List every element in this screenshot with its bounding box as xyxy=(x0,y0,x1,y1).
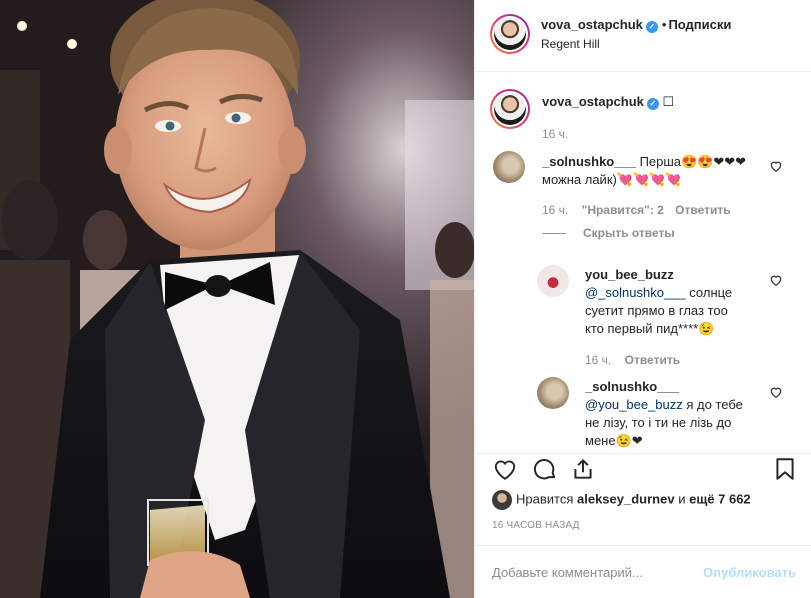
add-comment-bar: Добавьте комментарий... Опубликовать xyxy=(475,545,811,598)
reply-author-username[interactable]: _solnushko___ xyxy=(585,379,679,394)
caption-time[interactable]: 16 ч. xyxy=(542,127,568,141)
author-avatar[interactable] xyxy=(490,14,530,54)
comment-time[interactable]: 16 ч. xyxy=(542,203,568,217)
comment-author-username[interactable]: _solnushko___ xyxy=(542,154,636,169)
liker-username[interactable]: aleksey_durnev xyxy=(577,491,675,506)
comment-author-avatar[interactable] xyxy=(493,151,525,183)
comment-input[interactable]: Добавьте комментарий... xyxy=(492,565,643,580)
reply-meta: 16 ч. Ответить xyxy=(585,353,680,367)
author-username[interactable]: vova_ostapchuk xyxy=(541,17,643,32)
share-icon[interactable] xyxy=(570,456,596,482)
comments-list[interactable]: vova_ostapchuk ✓ ☐ 16 ч. _solnushko___ Пе… xyxy=(475,73,811,453)
bookmark-icon[interactable] xyxy=(772,456,798,482)
comment-text-line1: Перша😍😍❤❤❤ xyxy=(639,154,747,169)
post-side-panel: vova_ostapchuk ✓ • Подписки Regent Hill vov… xyxy=(474,0,811,598)
reply-like-heart-icon[interactable] xyxy=(769,385,783,399)
reply-text-line1: солнце xyxy=(685,285,733,300)
caption-author-avatar[interactable] xyxy=(490,89,530,129)
caption-text: ☐ xyxy=(662,94,675,109)
hide-replies-label: Скрыть ответы xyxy=(583,226,675,240)
likes-others-count[interactable]: ещё 7 662 xyxy=(689,491,751,506)
reply-text-line3: кто первый пид****😉 xyxy=(585,321,715,336)
likes-prefix: Нравится xyxy=(516,491,574,507)
author-line: vova_ostapchuk ✓ • Подписки xyxy=(541,17,731,33)
reply-mention[interactable]: @you_bee_buzz xyxy=(585,397,683,412)
comment-text-line2: можна лайк)💘💘💘💘 xyxy=(542,172,682,187)
comment-reply-button[interactable]: Ответить xyxy=(675,203,730,217)
comment-body: _solnushko___ Перша😍😍❤❤❤ можна лайк)💘💘💘💘 xyxy=(542,153,772,189)
post-photo[interactable] xyxy=(0,0,474,598)
post-location[interactable]: Regent Hill xyxy=(541,37,600,51)
post-header: vova_ostapchuk ✓ • Подписки Regent Hill xyxy=(475,0,811,72)
reply-text-line2: не лізу, то і ти не лізь до xyxy=(585,415,732,430)
caption-author-username[interactable]: vova_ostapchuk xyxy=(542,94,644,109)
reply-time[interactable]: 16 ч. xyxy=(585,353,611,367)
verified-badge-icon: ✓ xyxy=(646,98,659,110)
reply-author-username[interactable]: you_bee_buzz xyxy=(585,267,674,282)
comment-icon[interactable] xyxy=(532,456,558,482)
reply-text-line1: я до тебе xyxy=(682,397,743,412)
heart-icon[interactable] xyxy=(492,456,518,482)
reply-text-line3: мене😉❤ xyxy=(585,433,643,448)
comment-meta: 16 ч. "Нравится": 2 Ответить xyxy=(542,203,731,217)
comment-like-heart-icon[interactable] xyxy=(769,159,783,173)
reply-mention[interactable]: @_solnushko___ xyxy=(585,285,686,300)
reply-like-heart-icon[interactable] xyxy=(769,273,783,287)
likes-summary: Нравится aleksey_durnev и ещё 7 662 xyxy=(492,490,751,510)
reply-reply-button[interactable]: Ответить xyxy=(625,353,680,367)
reply-body: _solnushko___ @you_bee_buzz я до тебе не… xyxy=(585,378,770,450)
liker-avatar[interactable] xyxy=(492,490,512,510)
following-button[interactable]: Подписки xyxy=(668,17,731,32)
likes-and: и xyxy=(678,491,686,507)
separator-dot: • xyxy=(661,17,667,32)
hide-replies-button[interactable]: Скрыть ответы xyxy=(583,226,675,240)
reply-text-line2: суетит прямо в глаз тоо xyxy=(585,303,728,318)
post-time-ago[interactable]: 16 ЧАСОВ НАЗАД xyxy=(492,520,580,531)
caption: vova_ostapchuk ✓ ☐ xyxy=(542,93,674,111)
reply-author-avatar[interactable] xyxy=(537,265,569,297)
hide-replies-line xyxy=(542,233,566,234)
publish-button[interactable]: Опубликовать xyxy=(703,565,796,580)
reply-author-avatar[interactable] xyxy=(537,377,569,409)
reply-body: you_bee_buzz @_solnushko___ солнце суети… xyxy=(585,266,770,338)
comment-likes-count[interactable]: "Нравится": 2 xyxy=(582,203,664,217)
verified-badge-icon: ✓ xyxy=(645,21,658,33)
